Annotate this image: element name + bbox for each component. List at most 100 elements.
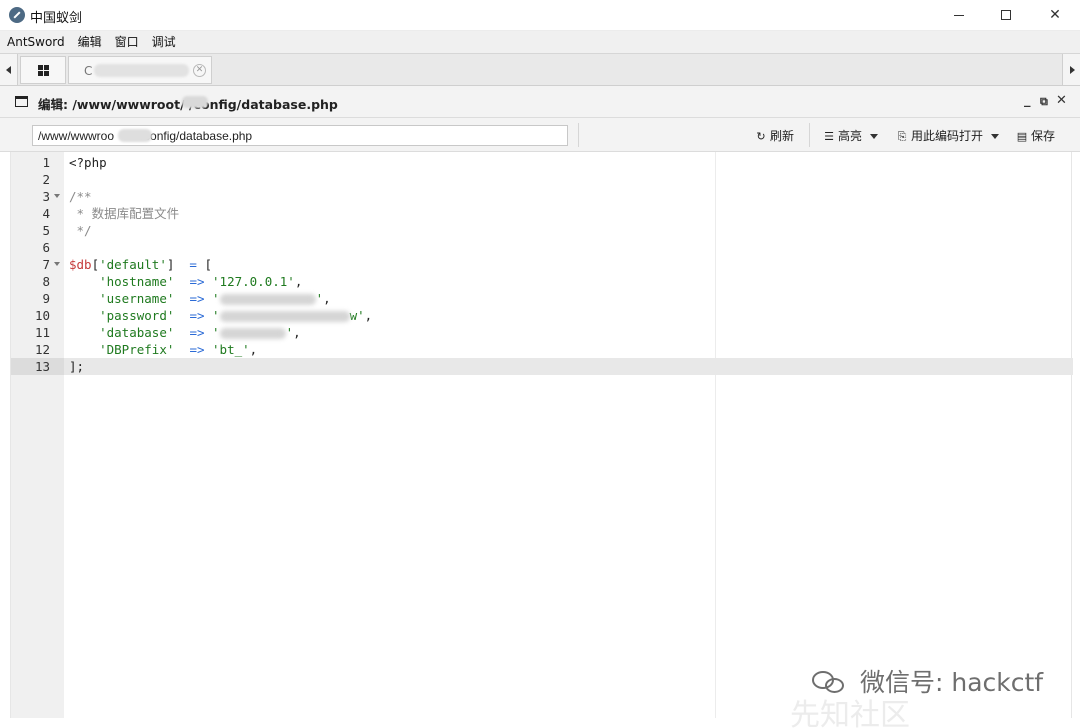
code-text: 'hostname' => '127.0.0.1',: [69, 273, 302, 290]
wechat-icon: [812, 669, 846, 693]
menu-bar: AntSword 编辑 窗口 调试: [0, 31, 1080, 53]
save-label: 保存: [1031, 129, 1056, 143]
code-token: =>: [189, 342, 205, 357]
redacted-tab-name: [94, 64, 189, 77]
code-line[interactable]: 4 * 数据库配置文件: [11, 205, 1073, 222]
refresh-icon: ↻: [756, 130, 766, 143]
line-number: 2: [42, 172, 50, 187]
code-text: 'database' => ' ',: [69, 324, 301, 341]
editor-restore-button[interactable]: ⧉: [1040, 95, 1048, 109]
code-line[interactable]: 8 'hostname' => '127.0.0.1',: [11, 273, 1073, 290]
code-text: 'username' => ' ',: [69, 290, 331, 307]
code-line[interactable]: 3/**: [11, 188, 1073, 205]
encoding-icon: ⎘: [897, 130, 907, 143]
editor-close-button[interactable]: ✕: [1056, 93, 1067, 108]
code-editor[interactable]: 1 <?php 2 3/** 4 * 数据库配置文件 5 */6 7 $db['default…: [10, 152, 1073, 718]
code-token: ,: [293, 325, 301, 340]
line-number: 12: [34, 342, 50, 357]
tab-shell[interactable]: C ✕: [68, 56, 212, 84]
code-text: $db['default'] = [: [69, 256, 212, 273]
tab-home[interactable]: [20, 56, 66, 84]
code-token: [: [196, 257, 213, 272]
code-token: ,: [364, 308, 373, 323]
code-line[interactable]: 1 <?php: [11, 154, 1073, 171]
menu-item-antsword[interactable]: AntSword: [0, 31, 71, 53]
chevron-down-icon: [991, 134, 1000, 139]
code-token: =>: [189, 308, 205, 323]
code-line[interactable]: 13];: [11, 358, 1073, 375]
close-window-button[interactable]: ✕: [1032, 0, 1078, 31]
code-token: ]: [166, 257, 190, 272]
code-token: =: [189, 257, 197, 272]
code-text: 'password' => ' w',: [69, 307, 372, 324]
watermark-text: 微信号: hackctf: [860, 668, 1044, 697]
code-token: 'database': [99, 325, 175, 340]
code-token: ': [315, 291, 324, 306]
code-line[interactable]: 6: [11, 239, 1073, 256]
fold-toggle-icon[interactable]: [54, 262, 60, 266]
code-token: ,: [249, 342, 258, 357]
code-token: ': [285, 325, 294, 340]
tab-scroll-right-button[interactable]: [1062, 54, 1080, 85]
code-token: 'DBPrefix': [99, 342, 175, 357]
menu-item-debug[interactable]: 调试: [145, 31, 182, 53]
refresh-button[interactable]: ↻ 刷新: [755, 127, 794, 144]
line-number: 9: [42, 291, 50, 306]
code-token: <?php: [69, 155, 107, 170]
editor-toolbar: ↻ 刷新 ☰ 高亮 ⎘ 用此编码打开 ▤保存: [0, 118, 1080, 152]
line-number: 13: [11, 358, 64, 375]
code-token: ': [212, 308, 220, 323]
code-token: ': [212, 325, 220, 340]
code-token: ,: [323, 291, 331, 306]
code-token: =>: [189, 274, 205, 289]
code-token: 'password': [99, 308, 175, 323]
highlight-label: 高亮: [838, 129, 863, 143]
editor-minimize-button[interactable]: _: [1024, 93, 1031, 108]
code-token: 'default': [99, 257, 167, 272]
code-line[interactable]: 2: [11, 171, 1073, 188]
open-with-encoding-label: 用此编码打开: [911, 129, 984, 143]
code-token: '127.0.0.1': [212, 274, 295, 289]
code-token: [: [91, 257, 100, 272]
menu-item-window[interactable]: 窗口: [108, 31, 145, 53]
code-line[interactable]: 11 'database' => ' ',: [11, 324, 1073, 341]
line-number: 10: [34, 308, 50, 323]
highlight-dropdown[interactable]: ☰ 高亮: [823, 127, 879, 144]
open-with-encoding-dropdown[interactable]: ⎘ 用此编码打开: [896, 127, 1000, 144]
redacted-value: [219, 328, 286, 339]
code-line[interactable]: 10 'password' => ' w',: [11, 307, 1073, 324]
menu-item-edit[interactable]: 编辑: [71, 31, 108, 53]
antsword-logo-icon: [9, 7, 25, 23]
redacted-path-segment: [182, 96, 208, 108]
save-button[interactable]: ▤ 保存: [1016, 127, 1055, 144]
code-token: =>: [189, 291, 205, 306]
minimize-icon: [954, 14, 964, 16]
code-line[interactable]: 12 'DBPrefix' => 'bt_',: [11, 341, 1073, 358]
code-line[interactable]: 5 */: [11, 222, 1073, 239]
file-path-input[interactable]: [32, 125, 568, 146]
code-token: 'username': [99, 291, 175, 306]
code-text: <?php: [69, 154, 107, 171]
redacted-path-segment: [118, 129, 152, 142]
fold-toggle-icon[interactable]: [54, 194, 60, 198]
code-line[interactable]: 7 $db['default'] = [: [11, 256, 1073, 273]
tab-scroll-left-button[interactable]: [0, 54, 18, 85]
chevron-down-icon: [870, 134, 879, 139]
grid-icon: [38, 65, 49, 76]
code-line[interactable]: 9 'username' => ' ',: [11, 290, 1073, 307]
code-token: 'bt_': [212, 342, 250, 357]
maximize-button[interactable]: [983, 0, 1029, 31]
tab-close-icon[interactable]: ✕: [193, 64, 206, 77]
toolbar-divider: [578, 123, 579, 147]
minimize-button[interactable]: [936, 0, 982, 31]
code-text: ];: [69, 358, 84, 375]
toolbar-divider: [809, 123, 810, 147]
